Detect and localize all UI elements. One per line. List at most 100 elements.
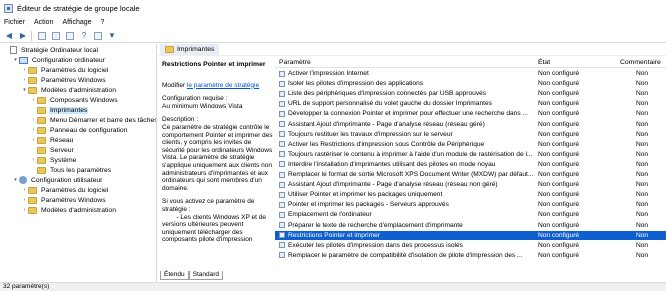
setting-icon	[279, 171, 285, 178]
setting-row[interactable]: Assistant Ajout d'imprimante - Page d'an…	[275, 120, 666, 130]
setting-row[interactable]: Exécuter les pilotes d'impression dans d…	[275, 241, 666, 251]
setting-row[interactable]: Activer les Restrictions d'impression so…	[275, 140, 666, 150]
tree-node[interactable]: › Réseau	[30, 135, 74, 145]
expand-chevron-icon[interactable]: ▾	[12, 57, 19, 63]
export-list-icon[interactable]	[64, 30, 76, 41]
tree-node[interactable]: › Paramètres du logiciel	[21, 65, 109, 75]
setting-row[interactable]: Toujours rastériser le contenu à imprime…	[275, 150, 666, 160]
setting-name: URL de support personnalisé du volet gau…	[288, 100, 492, 108]
expand-chevron-icon[interactable]: ›	[21, 197, 28, 203]
setting-row[interactable]: Isoler les pilotes d'impression des appl…	[275, 79, 666, 89]
menu-help[interactable]: ?	[101, 19, 105, 26]
column-setting[interactable]: Paramètre	[279, 59, 311, 66]
setting-icon	[279, 70, 285, 77]
tree-node[interactable]: › Paramètres du logiciel	[21, 185, 109, 195]
setting-name: Isoler les pilotes d'impression des appl…	[288, 80, 424, 88]
setting-icon	[279, 80, 285, 87]
setting-state: Non configuré	[538, 231, 580, 239]
menu-affichage[interactable]: Affichage	[62, 19, 91, 26]
tree-node-label: Tous les paramètres	[50, 166, 112, 174]
filter-icon[interactable]: ▼	[106, 30, 118, 41]
setting-row[interactable]: Utiliser Pointer et imprimer les package…	[275, 190, 666, 200]
tree-node[interactable]: › Composants Windows	[30, 95, 119, 105]
setting-name: Remplacer le format de sortie Microsoft …	[288, 171, 534, 178]
setting-row[interactable]: Remplacer le paramètre de compatibilité …	[275, 251, 666, 261]
expand-chevron-icon[interactable]: ▾	[21, 87, 28, 93]
setting-state: Non configuré	[538, 70, 580, 77]
setting-comment: Non	[636, 150, 649, 158]
folder-icon	[28, 86, 37, 94]
setting-row[interactable]: Remplacer le format de sortie Microsoft …	[275, 170, 666, 180]
setting-row[interactable]: Liste des périphériques d'impression con…	[275, 89, 666, 99]
tree-node[interactable]: Imprimantes	[30, 105, 89, 115]
expand-chevron-icon[interactable]: ›	[21, 207, 28, 213]
description-label: Description :	[162, 116, 199, 124]
properties-icon[interactable]	[92, 30, 104, 41]
tree-node[interactable]: › Paramètres Windows	[21, 195, 107, 205]
setting-row[interactable]: Pointer et imprimer les packages - Serve…	[275, 200, 666, 210]
column-state[interactable]: État	[538, 59, 550, 66]
setting-state: Non configuré	[538, 90, 580, 98]
tree-node[interactable]: ▾ Configuration utilisateur	[12, 175, 103, 185]
show-hide-tree-icon[interactable]	[50, 30, 62, 41]
setting-state: Non configuré	[538, 241, 580, 249]
expand-chevron-icon[interactable]: ›	[30, 97, 37, 103]
setting-name: Assistant Ajout d'imprimante - Page d'an…	[288, 120, 485, 128]
setting-row[interactable]: Développer la connexion Pointer et impri…	[275, 109, 666, 119]
setting-state: Non configuré	[538, 211, 580, 219]
expand-chevron-icon[interactable]: ›	[21, 187, 28, 193]
menu-fichier[interactable]: Fichier	[4, 19, 25, 26]
expand-chevron-icon[interactable]: ›	[21, 77, 28, 83]
setting-state: Non configuré	[538, 191, 580, 199]
setting-row[interactable]: Emplacement de l'ordinateur Non configuré…	[275, 210, 666, 220]
expand-chevron-icon[interactable]: ›	[30, 117, 37, 123]
setting-name: Développer la connexion Pointer et impri…	[288, 110, 528, 118]
tab-standard[interactable]: Standard	[188, 271, 223, 280]
tree-node[interactable]: › Panneau de configuration	[30, 125, 128, 135]
setting-icon	[279, 161, 285, 168]
tree-node[interactable]: › Système	[30, 155, 77, 165]
tab-etendu[interactable]: Étendu	[160, 271, 189, 280]
forward-arrow-icon[interactable]: ▶	[17, 30, 29, 41]
back-arrow-icon[interactable]: ◀	[3, 30, 15, 41]
setting-row[interactable]: Activer l'impression Internet Non configu…	[275, 69, 666, 79]
setting-row[interactable]: Toujours restituer les travaux d'impress…	[275, 130, 666, 140]
description-pane: Restrictions Pointer et imprimer Modifie…	[158, 57, 275, 271]
toolbar: ◀ ▶ ? ▼	[0, 29, 666, 43]
column-comment[interactable]: Commentaire	[620, 59, 661, 66]
help-icon[interactable]: ?	[78, 30, 90, 41]
modify-prefix: Modifier	[162, 81, 186, 89]
expand-chevron-icon[interactable]: ›	[30, 157, 37, 163]
setting-row[interactable]: Restrictions Pointer et imprimer Non conf…	[275, 230, 666, 241]
setting-row[interactable]: URL de support personnalisé du volet gau…	[275, 99, 666, 109]
setting-icon	[279, 191, 285, 198]
tree-node[interactable]: › Modèles d'administration	[21, 205, 117, 215]
setting-name: Remplacer le paramètre de compatibilité …	[288, 251, 523, 259]
setting-comment: Non	[636, 100, 649, 108]
tree-node[interactable]: Stratégie Ordinateur local	[3, 45, 99, 55]
tree-node[interactable]: ▾ Configuration ordinateur	[12, 55, 106, 65]
setting-comment: Non	[636, 251, 649, 259]
expand-chevron-icon[interactable]: ▾	[12, 177, 19, 183]
setting-state: Non configuré	[538, 221, 580, 229]
folder-icon	[37, 146, 46, 154]
edit-policy-link[interactable]: le paramètre de stratégie	[187, 82, 259, 89]
tree-node[interactable]: › Menu Démarrer et barre des tâches	[30, 115, 156, 125]
menu-action[interactable]: Action	[34, 19, 53, 26]
expand-chevron-icon[interactable]: ›	[30, 127, 37, 133]
expand-chevron-icon[interactable]: ›	[30, 137, 37, 143]
setting-comment: Non	[636, 140, 649, 148]
setting-row[interactable]: Préparer le texte de recherche d'emplace…	[275, 221, 666, 231]
setting-comment: Non	[636, 110, 649, 118]
view-tabs: Étendu Standard	[158, 271, 666, 281]
up-folder-icon[interactable]	[36, 30, 48, 41]
setting-icon	[279, 151, 285, 158]
tree-node[interactable]: ▾ Modèles d'administration	[21, 85, 117, 95]
tree-node[interactable]: › Paramètres Windows	[21, 75, 107, 85]
tree-node[interactable]: Tous les paramètres	[30, 165, 112, 175]
expand-chevron-icon[interactable]: ›	[21, 67, 28, 73]
tree-node[interactable]: Serveur	[30, 145, 75, 155]
setting-row[interactable]: Interdire l'installation d'imprimantes u…	[275, 160, 666, 170]
setting-row[interactable]: Assistant Ajout d'imprimante - Page d'an…	[275, 180, 666, 190]
setting-state: Non configuré	[538, 140, 580, 148]
